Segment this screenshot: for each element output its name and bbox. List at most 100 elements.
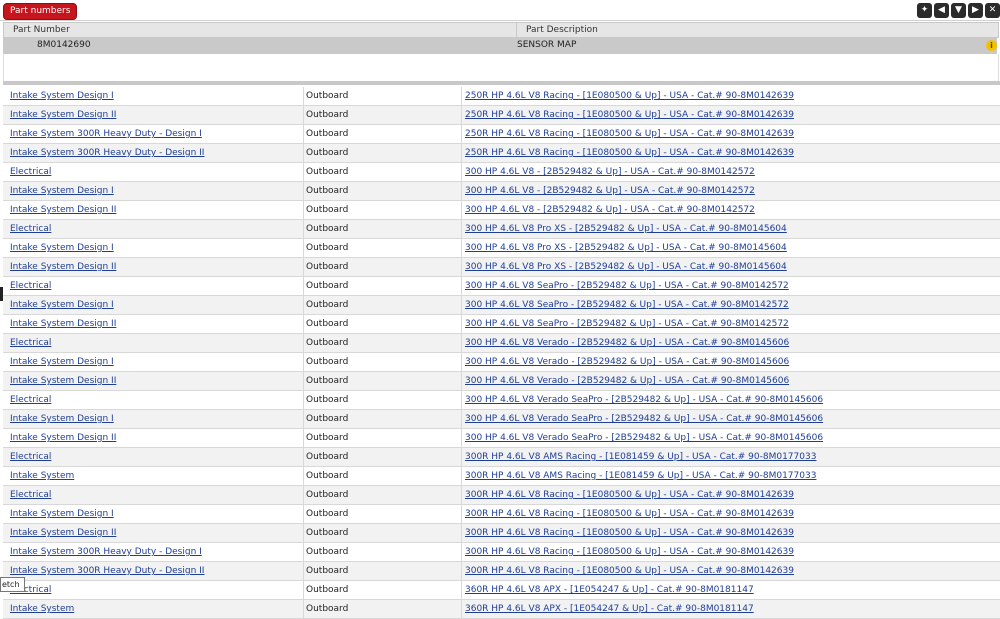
table-row[interactable]: Intake System Design II Outboard 300 HP 4.… bbox=[3, 429, 1000, 448]
system-link[interactable]: Intake System Design I bbox=[10, 239, 300, 257]
system-link[interactable]: Intake System Design I bbox=[10, 353, 300, 371]
header-part-number[interactable]: Part Number bbox=[13, 23, 70, 37]
model-link[interactable]: 360R HP 4.6L V8 APX - [1E054247 & Up] - … bbox=[461, 581, 1000, 599]
pin-icon[interactable]: ✦ bbox=[917, 3, 932, 18]
system-link[interactable]: Intake System Design II bbox=[10, 372, 300, 390]
where-used-table: Intake System Design I Outboard 250R HP 4.… bbox=[3, 87, 1000, 619]
model-link[interactable]: 300 HP 4.6L V8 Verado SeaPro - [2B529482… bbox=[461, 410, 1000, 428]
close-icon[interactable]: ✕ bbox=[985, 3, 1000, 18]
next-icon[interactable]: ▶ bbox=[968, 3, 983, 18]
table-row[interactable]: Intake System Design I Outboard 300 HP 4.6… bbox=[3, 239, 1000, 258]
table-row[interactable]: Intake System 300R Heavy Duty - Design I… bbox=[3, 562, 1000, 581]
section-divider[interactable] bbox=[3, 81, 1000, 85]
model-link[interactable]: 300 HP 4.6L V8 - [2B529482 & Up] - USA -… bbox=[461, 163, 1000, 181]
table-row[interactable]: Intake System Design I Outboard 300 HP 4.6… bbox=[3, 182, 1000, 201]
system-link[interactable]: Intake System bbox=[10, 467, 300, 485]
system-link[interactable]: Electrical bbox=[10, 277, 300, 295]
system-link[interactable]: Electrical bbox=[10, 334, 300, 352]
system-link[interactable]: Intake System Design II bbox=[10, 201, 300, 219]
system-link[interactable]: Intake System Design II bbox=[10, 524, 300, 542]
table-row[interactable]: Intake System 300R Heavy Duty - Design I… bbox=[3, 543, 1000, 562]
system-link[interactable]: Electrical bbox=[10, 163, 300, 181]
model-link[interactable]: 250R HP 4.6L V8 Racing - [1E080500 & Up]… bbox=[461, 125, 1000, 143]
system-link[interactable]: Intake System Design II bbox=[10, 258, 300, 276]
model-link[interactable]: 300 HP 4.6L V8 Verado SeaPro - [2B529482… bbox=[461, 429, 1000, 447]
engine-type-cell: Outboard bbox=[303, 277, 464, 295]
engine-type-cell: Outboard bbox=[303, 391, 464, 409]
system-link[interactable]: Intake System Design II bbox=[10, 315, 300, 333]
table-row[interactable]: Intake System 300R Heavy Duty - Design I… bbox=[3, 125, 1000, 144]
system-link[interactable]: Intake System 300R Heavy Duty - Design I bbox=[10, 125, 300, 143]
table-row[interactable]: Intake System Design I Outboard 300 HP 4.6… bbox=[3, 353, 1000, 372]
model-link[interactable]: 300 HP 4.6L V8 SeaPro - [2B529482 & Up] … bbox=[461, 315, 1000, 333]
model-link[interactable]: 300 HP 4.6L V8 Verado - [2B529482 & Up] … bbox=[461, 372, 1000, 390]
system-link[interactable]: Intake System Design II bbox=[10, 429, 300, 447]
model-link[interactable]: 250R HP 4.6L V8 Racing - [1E080500 & Up]… bbox=[461, 87, 1000, 105]
model-link[interactable]: 360R HP 4.6L V8 APX - [1E054247 & Up] - … bbox=[461, 600, 1000, 618]
table-row[interactable]: Intake System Design II Outboard 300 HP 4.… bbox=[3, 201, 1000, 220]
engine-type-cell: Outboard bbox=[303, 258, 464, 276]
model-link[interactable]: 300 HP 4.6L V8 Verado SeaPro - [2B529482… bbox=[461, 391, 1000, 409]
model-link[interactable]: 300R HP 4.6L V8 Racing - [1E080500 & Up]… bbox=[461, 543, 1000, 561]
info-icon[interactable]: i bbox=[986, 40, 997, 51]
system-link[interactable]: Electrical bbox=[10, 448, 300, 466]
model-link[interactable]: 250R HP 4.6L V8 Racing - [1E080500 & Up]… bbox=[461, 144, 1000, 162]
system-link[interactable]: Intake System Design I bbox=[10, 505, 300, 523]
table-row[interactable]: Electrical Outboard 300 HP 4.6L V8 - [2B52… bbox=[3, 163, 1000, 182]
system-link[interactable]: Intake System Design I bbox=[10, 87, 300, 105]
model-link[interactable]: 300 HP 4.6L V8 SeaPro - [2B529482 & Up] … bbox=[461, 296, 1000, 314]
system-link[interactable]: Electrical bbox=[10, 391, 300, 409]
table-row[interactable]: Intake System Design II Outboard 300 HP 4.… bbox=[3, 258, 1000, 277]
part-numbers-button[interactable]: Part numbers bbox=[3, 3, 78, 20]
system-link[interactable]: Intake System Design II bbox=[10, 106, 300, 124]
model-link[interactable]: 300 HP 4.6L V8 SeaPro - [2B529482 & Up] … bbox=[461, 277, 1000, 295]
header-part-description[interactable]: Part Description bbox=[526, 23, 598, 37]
table-row[interactable]: Electrical Outboard 300 HP 4.6L V8 Pro XS … bbox=[3, 220, 1000, 239]
system-link[interactable]: Intake System Design I bbox=[10, 296, 300, 314]
table-row[interactable]: Intake System Design II Outboard 300R HP 4… bbox=[3, 524, 1000, 543]
table-row[interactable]: Intake System Design I Outboard 300 HP 4.6… bbox=[3, 410, 1000, 429]
table-row[interactable]: Intake System Design I Outboard 300 HP 4.6… bbox=[3, 296, 1000, 315]
table-row[interactable]: Intake System Design I Outboard 300R HP 4.… bbox=[3, 505, 1000, 524]
table-row[interactable]: Intake System Outboard 300R HP 4.6L V8 AMS… bbox=[3, 467, 1000, 486]
system-link[interactable]: Intake System Design I bbox=[10, 410, 300, 428]
model-link[interactable]: 300 HP 4.6L V8 Pro XS - [2B529482 & Up] … bbox=[461, 258, 1000, 276]
table-row[interactable]: Intake System Design II Outboard 300 HP 4.… bbox=[3, 372, 1000, 391]
table-row[interactable]: Intake System 300R Heavy Duty - Design I… bbox=[3, 144, 1000, 163]
table-row[interactable]: Intake System Design II Outboard 300 HP 4.… bbox=[3, 315, 1000, 334]
model-link[interactable]: 300 HP 4.6L V8 Verado - [2B529482 & Up] … bbox=[461, 353, 1000, 371]
previous-icon[interactable]: ◀ bbox=[934, 3, 949, 18]
table-row[interactable]: Intake System Outboard 360R HP 4.6L V8 APX… bbox=[3, 600, 1000, 619]
model-link[interactable]: 300R HP 4.6L V8 Racing - [1E080500 & Up]… bbox=[461, 562, 1000, 580]
model-link[interactable]: 300 HP 4.6L V8 Pro XS - [2B529482 & Up] … bbox=[461, 239, 1000, 257]
table-row[interactable]: Electrical Outboard 360R HP 4.6L V8 APX - … bbox=[3, 581, 1000, 600]
system-link[interactable]: Intake System 300R Heavy Duty - Design I bbox=[10, 543, 300, 561]
table-row[interactable]: Electrical Outboard 300 HP 4.6L V8 Verado … bbox=[3, 391, 1000, 410]
table-row[interactable]: Intake System Design I Outboard 250R HP 4.… bbox=[3, 87, 1000, 106]
model-link[interactable]: 300R HP 4.6L V8 Racing - [1E080500 & Up]… bbox=[461, 486, 1000, 504]
model-link[interactable]: 300R HP 4.6L V8 Racing - [1E080500 & Up]… bbox=[461, 524, 1000, 542]
system-link[interactable]: Electrical bbox=[10, 581, 300, 599]
table-row[interactable]: Electrical Outboard 300R HP 4.6L V8 Racing… bbox=[3, 486, 1000, 505]
model-link[interactable]: 300 HP 4.6L V8 - [2B529482 & Up] - USA -… bbox=[461, 182, 1000, 200]
model-link[interactable]: 300R HP 4.6L V8 Racing - [1E080500 & Up]… bbox=[461, 505, 1000, 523]
selected-part-row[interactable]: 8M0142690 SENSOR MAP i bbox=[3, 37, 997, 54]
system-link[interactable]: Intake System bbox=[10, 600, 300, 618]
system-link[interactable]: Intake System Design I bbox=[10, 182, 300, 200]
model-link[interactable]: 250R HP 4.6L V8 Racing - [1E080500 & Up]… bbox=[461, 106, 1000, 124]
model-link[interactable]: 300R HP 4.6L V8 AMS Racing - [1E081459 &… bbox=[461, 467, 1000, 485]
table-row[interactable]: Electrical Outboard 300 HP 4.6L V8 SeaPro … bbox=[3, 277, 1000, 296]
filter-icon[interactable]: ▼ bbox=[951, 3, 966, 18]
toolbar-icons: ✦ ◀ ▼ ▶ ✕ bbox=[917, 3, 1000, 18]
model-link[interactable]: 300 HP 4.6L V8 Pro XS - [2B529482 & Up] … bbox=[461, 220, 1000, 238]
system-link[interactable]: Intake System 300R Heavy Duty - Design I… bbox=[10, 144, 300, 162]
system-link[interactable]: Intake System 300R Heavy Duty - Design I… bbox=[10, 562, 300, 580]
system-link[interactable]: Electrical bbox=[10, 486, 300, 504]
table-row[interactable]: Intake System Design II Outboard 250R HP 4… bbox=[3, 106, 1000, 125]
table-row[interactable]: Electrical Outboard 300R HP 4.6L V8 AMS Ra… bbox=[3, 448, 1000, 467]
model-link[interactable]: 300 HP 4.6L V8 Verado - [2B529482 & Up] … bbox=[461, 334, 1000, 352]
model-link[interactable]: 300 HP 4.6L V8 - [2B529482 & Up] - USA -… bbox=[461, 201, 1000, 219]
table-row[interactable]: Electrical Outboard 300 HP 4.6L V8 Verado … bbox=[3, 334, 1000, 353]
model-link[interactable]: 300R HP 4.6L V8 AMS Racing - [1E081459 &… bbox=[461, 448, 1000, 466]
system-link[interactable]: Electrical bbox=[10, 220, 300, 238]
